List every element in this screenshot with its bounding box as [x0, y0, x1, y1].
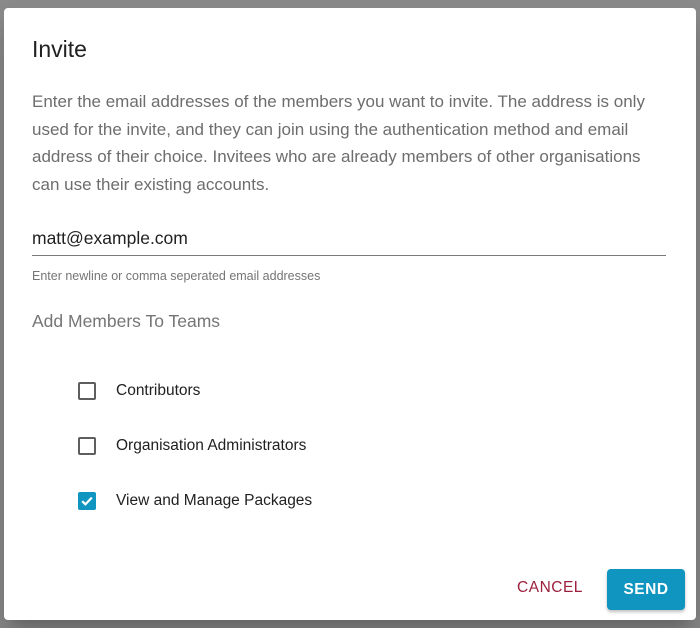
- team-checkbox[interactable]: [78, 436, 96, 455]
- dialog-title: Invite: [32, 36, 87, 62]
- email-input[interactable]: [32, 228, 666, 256]
- team-label: View and Manage Packages: [116, 491, 313, 509]
- team-list: Contributors Organisation Administrators…: [78, 363, 312, 528]
- team-label: Contributors: [116, 381, 201, 399]
- email-field: [32, 228, 666, 256]
- teams-section-title: Add Members To Teams: [32, 311, 221, 331]
- cancel-button[interactable]: CANCEL: [506, 570, 594, 606]
- team-item-organisation-administrators[interactable]: Organisation Administrators: [78, 418, 312, 473]
- team-item-contributors[interactable]: Contributors: [78, 363, 312, 418]
- team-item-view-and-manage-packages[interactable]: View and Manage Packages: [78, 473, 312, 528]
- checkmark-icon: [81, 496, 93, 506]
- team-checkbox[interactable]: [78, 491, 96, 510]
- send-button[interactable]: SEND: [607, 569, 685, 610]
- dialog-description: Enter the email addresses of the members…: [32, 92, 645, 194]
- invite-dialog: Invite Enter the email addresses of the …: [4, 8, 696, 620]
- team-label: Organisation Administrators: [116, 436, 307, 454]
- email-helper-text: Enter newline or comma seperated email a…: [32, 269, 321, 283]
- team-checkbox[interactable]: [78, 381, 96, 400]
